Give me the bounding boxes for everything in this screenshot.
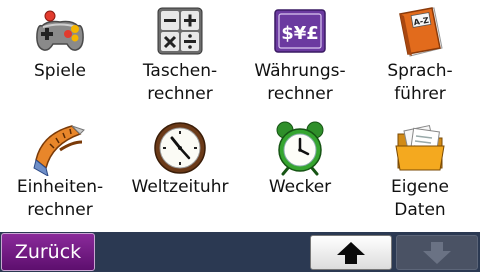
dictionary-book-icon: A-Z <box>392 4 448 60</box>
arrow-down-icon <box>423 241 451 264</box>
tile-label-line2: führer <box>394 84 446 104</box>
calculator-icon <box>152 4 208 60</box>
ruler-icon <box>32 120 88 176</box>
tile-label: Taschen- rechner <box>120 60 240 106</box>
tile-label-line2: rechner <box>267 84 333 104</box>
tile-label-line1: Wecker <box>268 177 332 197</box>
tile-label: Währungs- rechner <box>240 60 360 106</box>
tile-label: Weltzeituhr <box>120 176 240 199</box>
tile-label-line1: Taschen- <box>142 61 218 81</box>
clock-icon <box>152 120 208 176</box>
tile-label-line2: Daten <box>394 200 446 220</box>
tile-unit-converter[interactable]: Einheiten- rechner <box>0 116 120 232</box>
tile-label: Wecker <box>240 176 360 199</box>
tile-label: Spiele <box>0 60 120 83</box>
tile-alarm-clock[interactable]: Wecker <box>240 116 360 232</box>
arrow-up-icon <box>337 241 365 264</box>
tile-label: Einheiten- rechner <box>0 176 120 222</box>
currency-icon-text: $¥£ <box>281 23 319 44</box>
tile-world-clock[interactable]: Weltzeituhr <box>120 116 240 232</box>
tile-label: Eigene Daten <box>360 176 480 222</box>
tile-language-guide[interactable]: A-Z Sprach- führer <box>360 0 480 116</box>
tile-label-line1: Währungs- <box>254 61 346 81</box>
app-grid: Spiele Taschen- rechner $¥£ Währungs- re… <box>0 0 480 232</box>
tile-label-line1: Sprach- <box>387 61 453 81</box>
scroll-up-button[interactable] <box>310 235 392 270</box>
back-button[interactable]: Zurück <box>1 233 95 271</box>
tile-label: Sprach- führer <box>360 60 480 106</box>
tile-label-line1: Eigene <box>391 177 449 197</box>
tile-label-line1: Einheiten- <box>16 177 104 197</box>
tile-calculator[interactable]: Taschen- rechner <box>120 0 240 116</box>
currency-icon: $¥£ <box>272 4 328 60</box>
tile-currency-converter[interactable]: $¥£ Währungs- rechner <box>240 0 360 116</box>
tile-label-line1: Spiele <box>34 61 86 81</box>
tile-label-line2: rechner <box>27 200 93 220</box>
scroll-down-button[interactable] <box>396 235 478 270</box>
tile-label-line1: Weltzeituhr <box>131 177 229 197</box>
tile-games[interactable]: Spiele <box>0 0 120 116</box>
gamepad-icon <box>32 4 88 60</box>
tile-label-line2: rechner <box>147 84 213 104</box>
folder-icon <box>392 120 448 176</box>
alarm-clock-icon <box>272 120 328 176</box>
tile-my-data[interactable]: Eigene Daten <box>360 116 480 232</box>
